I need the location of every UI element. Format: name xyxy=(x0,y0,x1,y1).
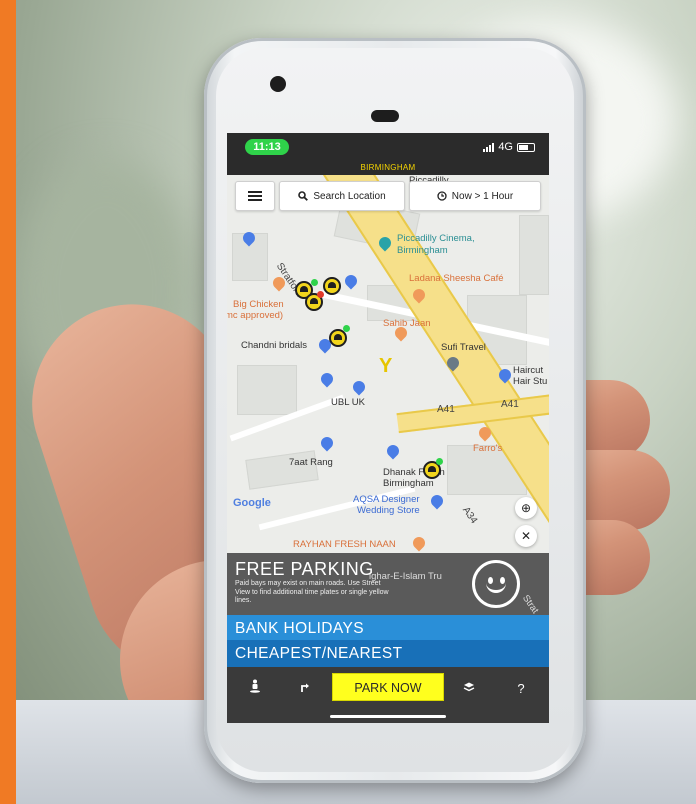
person-icon xyxy=(250,679,260,693)
time-selector-button[interactable]: Now > 1 Hour xyxy=(409,181,541,211)
bank-pin-icon xyxy=(350,378,368,396)
city-name: BIRMINGHAM xyxy=(360,163,416,172)
map-label: A34 xyxy=(459,505,480,526)
search-location-label: Search Location xyxy=(313,190,386,202)
camera xyxy=(270,76,286,92)
directions-button[interactable] xyxy=(293,677,317,701)
status-time: 11:13 xyxy=(245,139,289,155)
time-selector-label: Now > 1 Hour xyxy=(451,190,514,202)
shop-pin-icon xyxy=(428,492,446,510)
signal-icon xyxy=(483,142,495,152)
status-bar: 11:13 4G BIRMINGHAM xyxy=(227,133,549,175)
earpiece xyxy=(371,110,399,122)
map-label: Birmingham xyxy=(383,478,434,489)
network-type: 4G xyxy=(498,141,513,153)
map-label: Ladana Sheesha Café xyxy=(409,273,504,284)
map-label: Haircut xyxy=(513,365,544,376)
map-label: 7aat Rang xyxy=(289,457,333,468)
layers-button[interactable] xyxy=(457,677,481,701)
parking-marker[interactable] xyxy=(323,277,341,295)
search-icon xyxy=(298,191,309,201)
smiley-mouth xyxy=(486,581,506,593)
user-location-icon: Y xyxy=(379,355,393,377)
park-now-button[interactable]: PARK NOW xyxy=(332,673,444,701)
shop-pin-icon xyxy=(318,434,336,452)
free-parking-panel[interactable]: ighar-E-Islam Tru Strat FREE PARKING Pai… xyxy=(227,553,549,616)
bank-holidays-button[interactable]: BANK HOLIDAYS xyxy=(227,615,549,642)
map-block xyxy=(519,215,549,295)
parking-status-dot xyxy=(311,279,318,286)
network-status: 4G xyxy=(483,141,535,153)
map-label: Sufi Travel xyxy=(441,342,486,353)
shop-pin-icon xyxy=(342,272,360,290)
battery-icon xyxy=(517,142,535,152)
free-parking-title: FREE PARKING xyxy=(235,559,374,579)
search-location-button[interactable]: Search Location xyxy=(279,181,405,211)
parking-status-dot xyxy=(317,291,324,298)
parking-status-dot xyxy=(436,458,443,465)
map-label: Farro's xyxy=(473,443,503,454)
close-icon: ✕ xyxy=(520,529,532,543)
app-screen: 11:13 4G BIRMINGHAM Piccadilly Piccadill… xyxy=(227,133,549,723)
map-view[interactable]: Piccadilly Piccadilly Cinema, Birmingham… xyxy=(227,175,549,553)
parking-status-dot xyxy=(343,325,350,332)
restaurant-pin-icon xyxy=(410,534,428,552)
turn-right-icon xyxy=(301,683,309,692)
cheapest-nearest-button[interactable]: CHEAPEST/NEAREST xyxy=(227,640,549,667)
map-label: Birmingham xyxy=(397,245,448,256)
menu-button[interactable] xyxy=(235,181,275,211)
locate-button[interactable]: ⊕ xyxy=(515,497,537,519)
close-map-button[interactable]: ✕ xyxy=(515,525,537,547)
hamburger-icon xyxy=(248,189,262,203)
shop-pin-icon xyxy=(384,442,402,460)
bottom-toolbar: PARK NOW ? xyxy=(227,667,549,723)
map-label: UBL UK xyxy=(331,397,365,408)
map-label: AQSA Designer xyxy=(353,494,420,505)
map-label: Wedding Store xyxy=(357,505,420,516)
smiley-icon xyxy=(472,560,520,608)
map-label: Hair Stu xyxy=(513,376,548,387)
map-label: mc approved) xyxy=(227,310,284,321)
map-label: A41 xyxy=(437,404,455,415)
layers-icon xyxy=(463,682,475,692)
map-label: A41 xyxy=(501,399,519,410)
map-label: Big Chicken xyxy=(233,299,284,310)
clock-icon xyxy=(437,191,447,201)
free-parking-description: Paid bays may exist on main roads. Use S… xyxy=(235,580,389,605)
map-label: RAYHAN FRESH NAAN xyxy=(293,539,396,550)
map-block xyxy=(237,365,297,415)
map-label: Strat xyxy=(519,593,541,616)
map-label: Piccadilly Cinema, xyxy=(397,233,475,244)
help-button[interactable]: ? xyxy=(509,677,533,701)
google-logo: Google xyxy=(233,497,271,509)
shop-pin-icon xyxy=(318,370,336,388)
locate-icon: ⊕ xyxy=(520,501,532,515)
map-label: Sahib Jaan xyxy=(383,318,431,329)
street-view-button[interactable] xyxy=(243,677,267,701)
map-label: Chandni bridals xyxy=(241,340,308,351)
home-indicator xyxy=(330,715,446,718)
